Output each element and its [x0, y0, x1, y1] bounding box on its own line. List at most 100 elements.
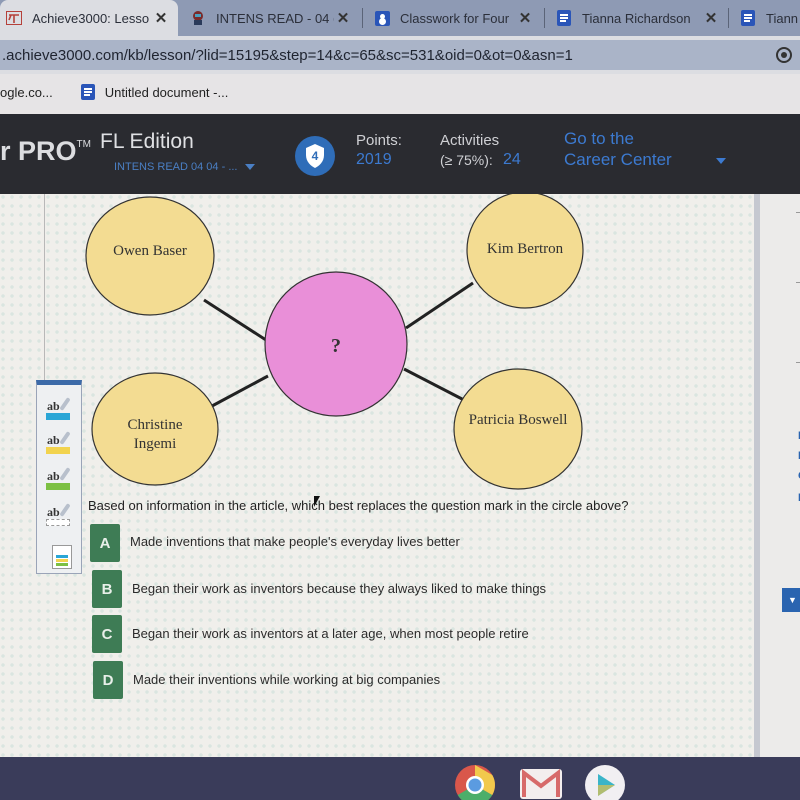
answer-option-c[interactable]: C Began their work as inventors at a lat…: [92, 615, 529, 653]
tab-title: Classwork for Four: [400, 10, 510, 26]
option-letter: A: [90, 524, 120, 562]
remove-highlight-button[interactable]: ab: [43, 503, 75, 533]
color-swatch: [46, 447, 70, 454]
option-text: Began their work as inventors at a later…: [132, 625, 529, 641]
bubble-label-christine-ingemi: Christine Ingemi: [127, 417, 183, 452]
profile-icon: [190, 10, 206, 26]
shield-icon: 4: [306, 144, 324, 168]
play-store-icon[interactable]: [585, 765, 625, 800]
notes-document-icon[interactable]: [52, 545, 72, 569]
classroom-icon: [374, 10, 390, 26]
answer-option-b[interactable]: B Began their work as inventors because …: [92, 570, 546, 608]
docs-icon: [556, 10, 572, 26]
close-icon[interactable]: ✕: [516, 9, 534, 27]
app-header: r PROTM FL Edition INTENS READ 04 04 - .…: [0, 114, 800, 194]
sidebar-section-header[interactable]: ▼ E: [782, 588, 800, 612]
mouse-cursor: [314, 496, 320, 507]
tab-tianna-2[interactable]: Tiann: [734, 0, 800, 36]
ab-label: ab: [47, 399, 60, 413]
activities-value: 24: [503, 151, 521, 168]
chrome-icon[interactable]: [455, 765, 495, 800]
color-swatch: [46, 483, 70, 490]
bubble-label-patricia-boswell: Patricia Boswell: [468, 412, 568, 428]
question-prompt: Based on information in the article, whi…: [88, 498, 629, 513]
highlight-blue-button[interactable]: ab: [43, 397, 75, 427]
points-value: 2019: [356, 151, 392, 168]
answer-option-d[interactable]: D Made their inventions while working at…: [93, 661, 440, 699]
chevron-down-icon: [245, 164, 256, 170]
answer-option-a[interactable]: A Made inventions that make people's eve…: [90, 524, 460, 562]
ab-label: ab: [47, 505, 60, 519]
tab-title: INTENS READ - 04 (: [216, 10, 334, 26]
ab-label: ab: [47, 433, 60, 447]
tab-tianna-richardson[interactable]: Tianna Richardson ✕: [550, 0, 728, 36]
pen-icon: [59, 467, 71, 481]
brand-text: r PRO: [0, 136, 77, 166]
close-icon[interactable]: ✕: [152, 9, 170, 27]
option-letter: B: [92, 570, 122, 608]
brand-logo[interactable]: r PROTM: [0, 136, 91, 167]
color-swatch: [46, 519, 70, 526]
tab-separator: [544, 8, 545, 28]
bookmark-untitled-document[interactable]: Untitled document -...: [80, 84, 229, 100]
option-text: Made their inventions while working at b…: [133, 671, 441, 687]
url-text[interactable]: .achieve3000.com/kb/lesson/?lid=15195&st…: [2, 47, 776, 64]
option-letter: D: [93, 661, 123, 699]
pen-icon: [59, 431, 71, 445]
address-bar[interactable]: .achieve3000.com/kb/lesson/?lid=15195&st…: [0, 40, 800, 70]
trademark: TM: [76, 139, 91, 150]
level-badge[interactable]: 4: [295, 136, 335, 176]
tab-strip: Achieve3000: Lesso ✕ INTENS READ - 04 ( …: [0, 0, 800, 36]
bookmark-google[interactable]: ogle.co...: [0, 85, 53, 100]
highlighter-toolbar: ab ab ab ab: [36, 380, 82, 574]
gmail-icon[interactable]: [520, 768, 562, 799]
tab-achieve3000[interactable]: Achieve3000: Lesso ✕: [0, 0, 178, 36]
course-selector[interactable]: INTENS READ 04 04 - ...: [114, 161, 256, 173]
pen-icon: [59, 397, 71, 411]
color-swatch: [46, 413, 70, 420]
toolbar: .achieve3000.com/kb/lesson/?lid=15195&st…: [0, 36, 800, 74]
career-line-2: Career Center: [564, 150, 672, 169]
close-icon[interactable]: ✕: [702, 9, 720, 27]
bubble-label-kim-bertron: Kim Bertron: [486, 241, 564, 257]
career-center-link[interactable]: Go to the Career Center: [564, 128, 672, 170]
option-letter: C: [92, 615, 122, 653]
bookmark-label: Untitled document -...: [104, 84, 229, 100]
activities-label: Activities: [440, 132, 500, 149]
os-shelf: [0, 757, 800, 800]
triangle-down-icon: ▼: [788, 595, 797, 605]
career-line-1: Go to the: [564, 129, 634, 148]
bookmark-label: ogle.co...: [0, 84, 53, 100]
tab-intens-read[interactable]: INTENS READ - 04 ( ✕: [184, 0, 360, 36]
connector-line: [211, 374, 269, 408]
chevron-down-icon[interactable]: [716, 158, 726, 164]
option-text: Made inventions that make people's every…: [130, 533, 460, 549]
tab-title: Tiann: [766, 10, 799, 26]
highlight-yellow-button[interactable]: ab: [43, 431, 75, 461]
pen-icon: [59, 503, 71, 517]
highlight-green-button[interactable]: ab: [43, 467, 75, 497]
screen: { "browser": { "tabs": [ {"title": "Achi…: [0, 0, 800, 800]
tab-title: Achieve3000: Lesso: [32, 10, 150, 26]
connector-line: [203, 298, 267, 342]
tab-separator: [728, 8, 729, 28]
edition-title: FL Edition: [100, 130, 194, 153]
tab-classwork[interactable]: Classwork for Four ✕: [368, 0, 542, 36]
connector-line: [405, 281, 474, 330]
center-question-mark: ?: [331, 335, 341, 357]
points-label: Points:: [356, 132, 402, 149]
level-number: 4: [312, 149, 319, 163]
divider: [796, 362, 800, 363]
close-icon[interactable]: ✕: [334, 9, 352, 27]
activities-sub-label: (≥ 75%):: [440, 152, 493, 168]
divider: [796, 212, 800, 213]
option-text: Began their work as inventors because th…: [132, 580, 547, 596]
location-icon[interactable]: [776, 47, 792, 63]
bookmarks-bar: ogle.co... Untitled document -...: [0, 74, 800, 110]
right-sidebar: p a c t a p th ▼ E M Pi Cl Ri: [754, 194, 800, 757]
docs-icon: [740, 10, 756, 26]
tab-separator: [362, 8, 363, 28]
course-name: INTENS READ 04 04 - ...: [114, 161, 238, 173]
connector-line: [403, 367, 465, 402]
divider: [796, 282, 800, 283]
